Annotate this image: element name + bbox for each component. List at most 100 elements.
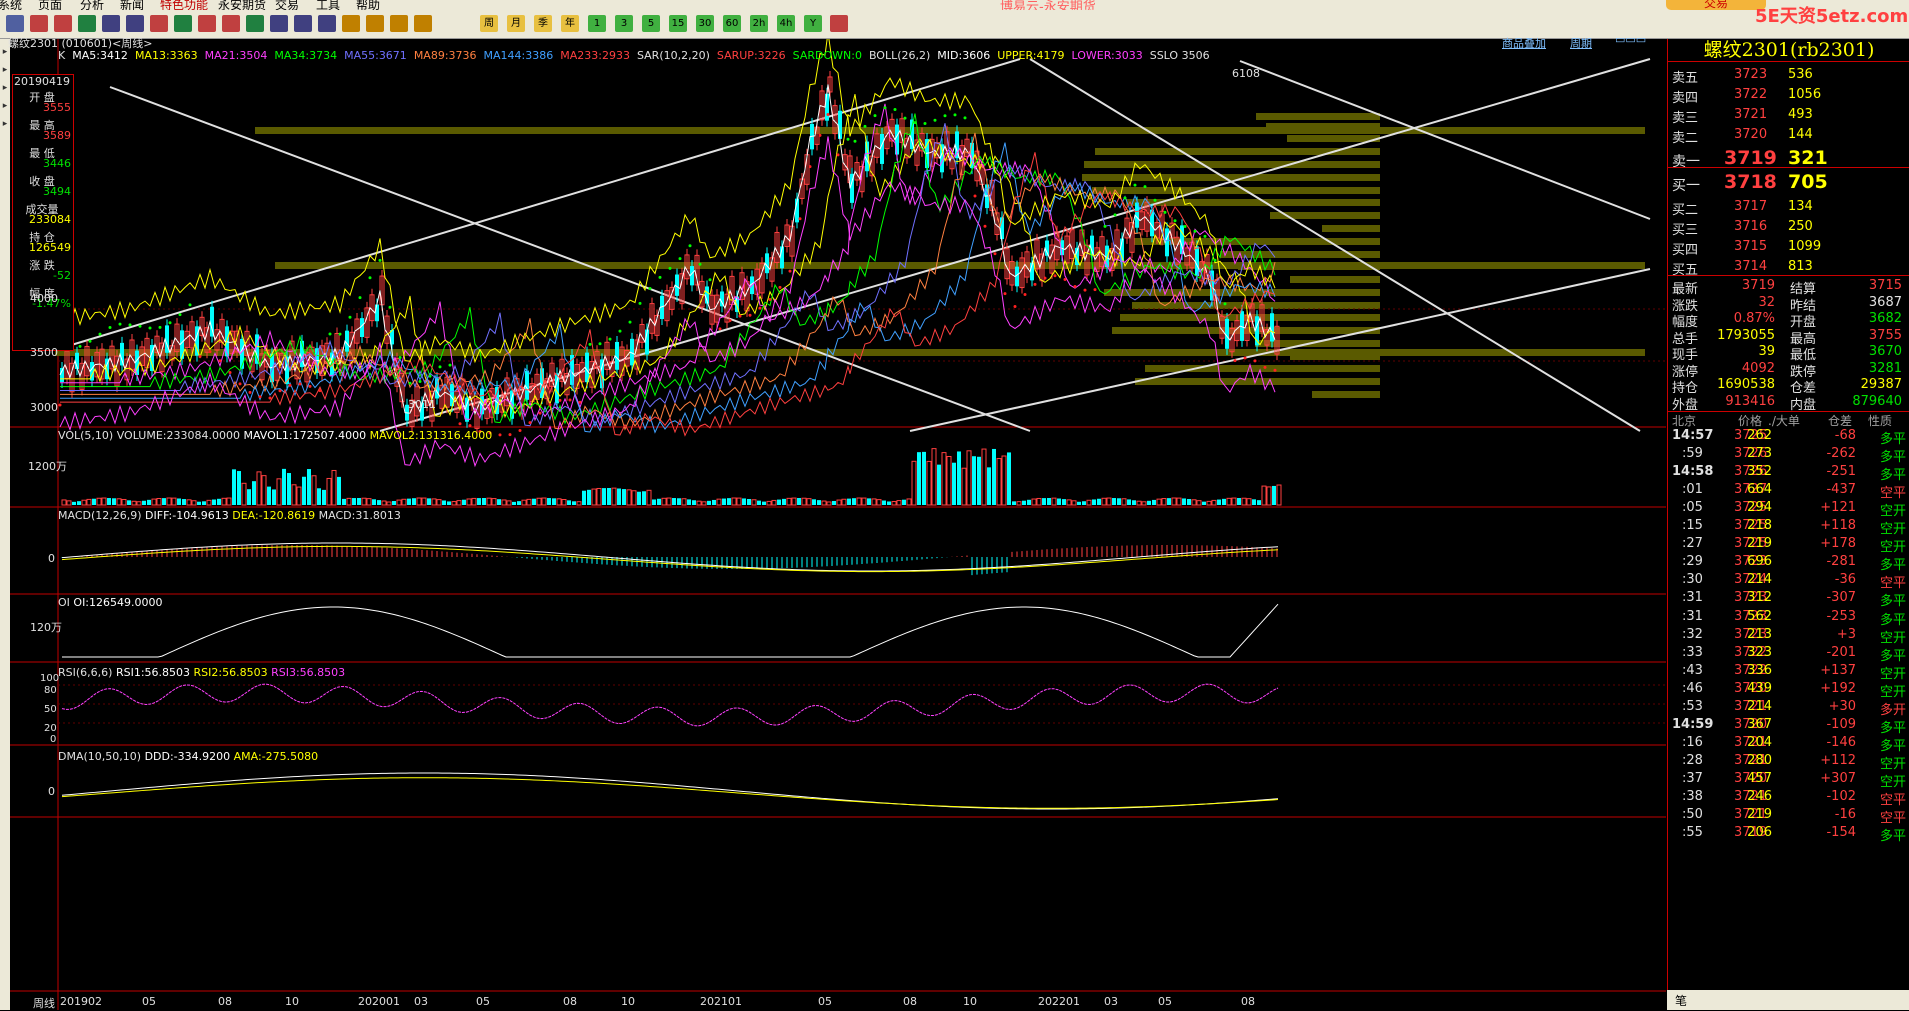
ask-row[interactable]: 卖二 3720 144 <box>1668 125 1909 146</box>
bid-row[interactable]: 买一 3718 705 <box>1668 169 1909 194</box>
ask-row[interactable]: 卖四 3722 1056 <box>1668 85 1909 106</box>
bid-row[interactable]: 买三 3716 250 <box>1668 217 1909 238</box>
left-side-tabs[interactable]: ▸ ▸ ▸ ▸ ▸ <box>0 39 10 1010</box>
ask-row[interactable]: 卖五 3723 536 <box>1668 65 1909 86</box>
volume-bar <box>326 477 332 506</box>
toolbar-tool-icon[interactable] <box>150 15 168 32</box>
volume-bar <box>337 476 341 505</box>
menu-item-3[interactable]: 新闻 <box>120 0 144 10</box>
bid-row[interactable]: 买二 3717 134 <box>1668 197 1909 218</box>
toolbar-period-button-7[interactable]: 15 <box>669 15 687 32</box>
toolbar-period-button-1[interactable]: 月 <box>507 15 525 32</box>
sar-dot <box>953 113 957 117</box>
toolbar-period-button-8[interactable]: 30 <box>696 15 714 32</box>
sar-dot <box>768 298 772 302</box>
indicator-item: MA55:3671 <box>344 49 407 62</box>
sar-dot <box>128 323 132 327</box>
menu-item-0[interactable]: 系统 <box>0 0 22 10</box>
stat-value: 29387 <box>1860 377 1902 392</box>
toolbar-period-button-2[interactable]: 季 <box>534 15 552 32</box>
chart-canvas[interactable] <box>10 39 1666 1010</box>
window-buttons-icon[interactable]: ▭▭▭ <box>1615 33 1646 46</box>
tick-mode-tab[interactable]: 笔 <box>1675 992 1687 1009</box>
toolbar-period-button-9[interactable]: 60 <box>723 15 741 32</box>
trade-button[interactable]: 交易 <box>1666 0 1766 10</box>
menu-item-7[interactable]: 工具 <box>316 0 340 10</box>
volume-bar <box>1191 499 1197 506</box>
volume-bar <box>751 499 757 506</box>
sar-dot <box>893 108 897 112</box>
sar-dot <box>588 342 592 346</box>
indicator-item: MA233:2933 <box>560 49 630 62</box>
toolbar-tool-icon[interactable] <box>318 15 336 32</box>
tab-commodity-overlay[interactable]: 商品叠加 <box>1502 35 1546 51</box>
sar-dot <box>648 286 652 290</box>
ask-row[interactable]: 卖三 3721 493 <box>1668 105 1909 126</box>
tab-period[interactable]: 周期 <box>1570 35 1592 51</box>
volume-bar <box>791 497 797 506</box>
side-tab-icon[interactable]: ▸ <box>0 119 10 129</box>
tick-oi-change: -253 <box>1826 608 1856 624</box>
volume-bar <box>727 498 731 505</box>
toolbar-tool-icon[interactable] <box>198 15 216 32</box>
volume-bar <box>582 490 586 505</box>
toolbar-tool-icon[interactable] <box>174 15 192 32</box>
chart-area[interactable]: 螺纹2301 (010601)<周线> 商品叠加 周期 ▭▭▭ K MA5:341… <box>8 33 1666 1010</box>
side-tab-icon[interactable]: ▸ <box>0 83 10 93</box>
side-tab-icon[interactable]: ▸ <box>0 65 10 75</box>
toolbar-tool-icon[interactable] <box>246 15 264 32</box>
toolbar-period-button-12[interactable]: Y <box>804 15 822 32</box>
toolbar-tool-icon[interactable] <box>414 15 432 32</box>
volume-bar <box>517 501 521 505</box>
menu-item-2[interactable]: 分析 <box>80 0 104 10</box>
toolbar-tool-icon[interactable] <box>102 15 120 32</box>
vol-axis: 1200万 <box>28 460 67 473</box>
toolbar-tool-icon[interactable] <box>222 15 240 32</box>
tick-time: :33 <box>1682 644 1703 660</box>
bid-row[interactable]: 买五 3714 813 <box>1668 257 1909 278</box>
menu-item-8[interactable]: 帮助 <box>356 0 380 10</box>
toolbar-tool-icon[interactable] <box>78 15 96 32</box>
toolbar-tool-icon[interactable] <box>30 15 48 32</box>
x-axis-tick: 08 <box>1241 995 1255 1008</box>
toolbar-tool-icon[interactable] <box>390 15 408 32</box>
toolbar-options-icon[interactable] <box>830 15 848 32</box>
ask-row[interactable]: 卖一 3719 321 <box>1668 145 1909 170</box>
x-axis-tick: 202201 <box>1038 995 1080 1008</box>
volume-bar <box>477 498 481 505</box>
toolbar-period-button-11[interactable]: 4h <box>777 15 795 32</box>
volume-bar <box>101 497 107 506</box>
toolbar-period-button-6[interactable]: 5 <box>642 15 660 32</box>
volume-bar <box>771 499 777 506</box>
volume-bar <box>166 497 172 506</box>
info-value: 233084 <box>29 213 71 226</box>
toolbar-tool-icon[interactable] <box>270 15 288 32</box>
toolbar-period-button-10[interactable]: 2h <box>750 15 768 32</box>
toolbar-tool-icon[interactable] <box>294 15 312 32</box>
menu-item-6[interactable]: 交易 <box>275 0 299 10</box>
toolbar-period-button-4[interactable]: 1 <box>588 15 606 32</box>
toolbar-period-button-5[interactable]: 3 <box>615 15 633 32</box>
toolbar-period-button-3[interactable]: 年 <box>561 15 579 32</box>
toolbar-tool-icon[interactable] <box>342 15 360 32</box>
volume-bar <box>1257 500 1261 505</box>
rsi-axis-50: 50 <box>44 704 57 715</box>
menu-item-1[interactable]: 页面 <box>38 0 62 10</box>
volume-bar <box>876 499 882 506</box>
indicator-item: MA144:3386 <box>483 49 554 62</box>
toolbar-tool-icon[interactable] <box>126 15 144 32</box>
volume-bar <box>1016 501 1022 506</box>
menu-item-5[interactable]: 永安期货 <box>218 0 266 10</box>
toolbar-tool-icon[interactable] <box>6 15 24 32</box>
stat-value: 3670 <box>1868 344 1902 359</box>
toolbar-tool-icon[interactable] <box>366 15 384 32</box>
tick-row: 14:58 3726 352 -251 多平 <box>1668 462 1909 483</box>
toolbar-tool-icon[interactable] <box>54 15 72 32</box>
side-tab-icon[interactable]: ▸ <box>0 101 10 111</box>
bid-row[interactable]: 买四 3715 1099 <box>1668 237 1909 258</box>
menu-item-4[interactable]: 特色功能 <box>160 0 208 10</box>
volume-bar <box>1276 484 1282 506</box>
toolbar-period-button-0[interactable]: 周 <box>480 15 498 32</box>
sar-dot <box>448 363 452 367</box>
ask-price: 3721 <box>1734 107 1768 122</box>
